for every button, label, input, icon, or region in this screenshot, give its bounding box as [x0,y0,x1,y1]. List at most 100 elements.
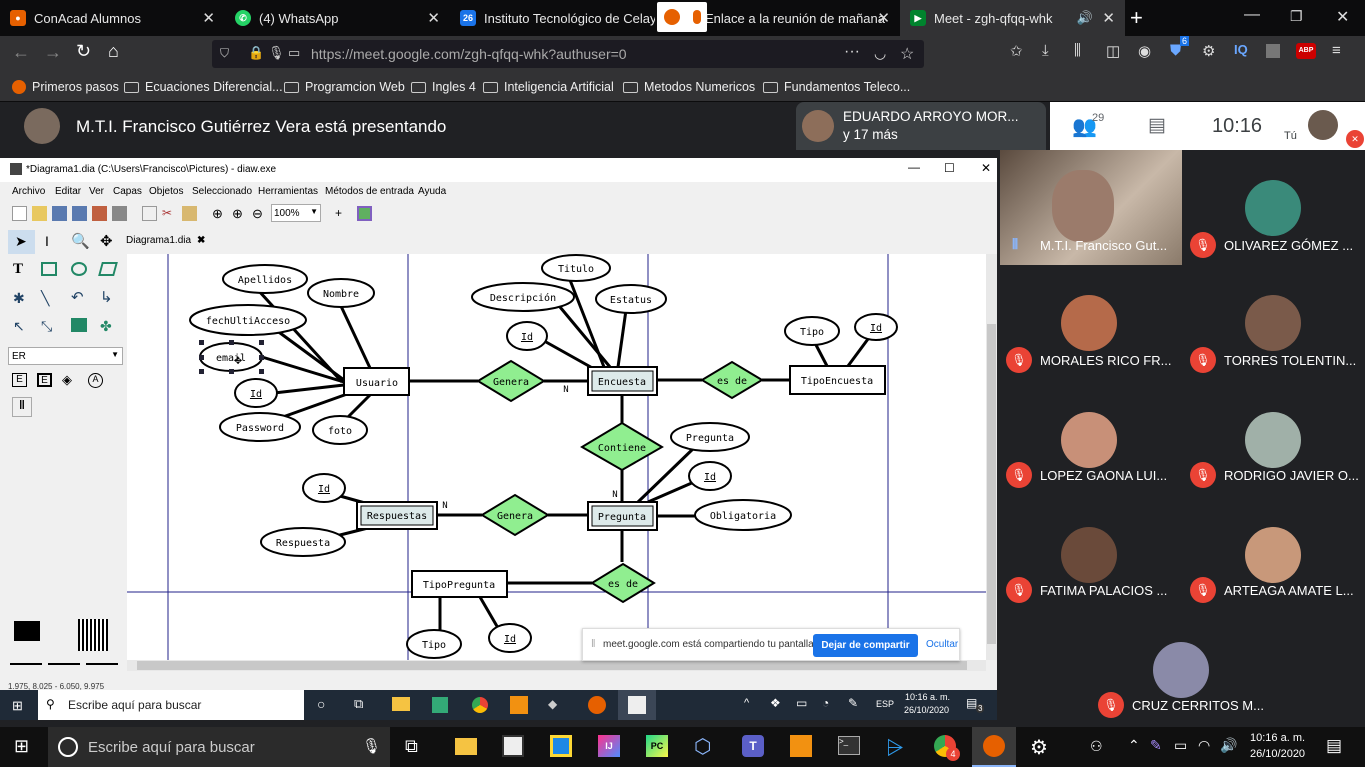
end-arrow-select[interactable] [86,663,118,665]
close-tab-icon[interactable]: ✕ [427,9,440,27]
windows-start-icon[interactable]: ⊞ [12,698,23,714]
close-tab-icon[interactable]: ✕ [1102,9,1115,27]
save-as-icon[interactable] [72,206,87,221]
text-tool-icon[interactable]: T [13,261,23,278]
print-icon[interactable] [112,206,127,221]
account-icon[interactable]: ◉ [1138,42,1151,60]
scroll-thumb[interactable] [137,661,967,670]
copy-icon[interactable] [142,206,157,221]
bookmark-star-icon[interactable]: ☆ [900,44,914,64]
drag-handle-icon[interactable]: ‖ [591,638,596,650]
participant-tile[interactable]: 🎙 OLIVAREZ GÓMEZ ... [1182,150,1365,265]
people-icon[interactable]: ⚇ [1090,738,1103,755]
participant-tile[interactable]: 🎙 CRUZ CERRITOS M... [1090,610,1273,725]
app-icon[interactable]: ◆ [548,697,557,711]
magnify-tool-icon[interactable]: 🔍 [71,232,90,250]
open-file-icon[interactable] [32,206,47,221]
stop-sharing-button[interactable]: Dejar de compartir [813,634,918,657]
library-icon[interactable]: ⫼ [1074,42,1081,59]
star-list-icon[interactable]: ✩ [1010,42,1023,60]
app-icon[interactable] [550,735,572,757]
taskbar-search-box[interactable]: Escribe aquí para buscar 🎙 [48,727,390,767]
volume-icon[interactable]: 🔊 [1220,737,1237,754]
close-icon[interactable]: ✖ [197,235,205,246]
line-width-icon[interactable] [78,619,108,651]
image-tool-icon[interactable] [71,318,87,332]
beziergon-tool-icon[interactable]: ✱ [13,290,25,307]
app-icon[interactable] [432,697,448,713]
bookmark-folder[interactable]: Ecuaciones Diferencial... [124,80,283,94]
bezier-tool-icon[interactable]: ⤡ [41,318,52,335]
app-icon[interactable]: ⬡ [694,734,711,759]
adblock-icon[interactable]: ABP [1296,43,1316,59]
close-icon[interactable]: ✕ [981,161,991,175]
diagram-tab[interactable]: Diagrama1.dia ✖ [126,231,205,249]
tab-meet[interactable]: ▶ Meet - zgh-qfqq-whk 🔊 ✕ [900,0,1125,36]
ellipse-tool-icon[interactable] [71,262,87,276]
presenter-video-tile[interactable]: ⦀ M.T.I. Francisco Gut... [1000,150,1182,265]
zoom-fit-icon[interactable]: ⊕ [212,206,227,221]
wifi-icon[interactable]: ◠ [1198,737,1210,754]
dia-taskbar-item[interactable] [618,690,656,720]
file-explorer-icon[interactable] [392,697,410,711]
outline-tool-icon[interactable]: ✤ [100,318,112,335]
close-tab-icon[interactable]: ✕ [877,9,890,27]
sublime-icon[interactable] [510,696,528,714]
maximize-icon[interactable]: ☐ [944,161,955,175]
wifi-icon[interactable]: ◔ [822,696,829,710]
sidebar-icon[interactable]: ◫ [1106,42,1120,60]
export-icon[interactable] [92,206,107,221]
menu-editar[interactable]: Editar [55,186,81,197]
line-tool-icon[interactable]: ╲ [41,290,49,307]
bookmark-folder[interactable]: Inteligencia Artificial [483,80,614,94]
bookmark-folder[interactable]: Ingles 4 [411,80,476,94]
save-icon[interactable] [52,206,67,221]
dropbox-icon[interactable]: ❖ [770,696,781,710]
screen-share-permission-icon[interactable]: ▭ [288,45,300,61]
sublime-icon[interactable] [790,735,812,757]
reload-icon[interactable]: ↻ [76,41,91,62]
line-style-select[interactable] [48,663,80,665]
handle[interactable] [199,355,204,360]
action-center-icon[interactable]: ▤ [1326,736,1342,756]
firefox-icon[interactable] [588,696,606,714]
bookmark-folder[interactable]: Fundamentos Teleco... [763,80,910,94]
entity-shape-icon[interactable]: E [12,373,27,387]
download-icon[interactable]: ⤓ [1042,42,1049,59]
handle[interactable] [229,369,234,374]
diagram-canvas[interactable]: Usuario Encuesta TipoEncuesta Respuestas… [127,254,986,660]
sharing-indicator[interactable] [657,2,707,32]
close-tab-icon[interactable]: ✕ [202,9,215,27]
iq-extension-icon[interactable]: IQ [1234,42,1248,57]
text-edit-tool-icon[interactable]: I [45,233,49,249]
tab-whatsapp[interactable]: ✆ (4) WhatsApp ✕ [225,0,450,36]
polygon-tool-icon[interactable] [98,262,118,276]
restore-icon[interactable]: ❐ [1290,8,1303,25]
cortana-icon[interactable]: ○ [317,696,325,712]
participant-chip[interactable]: EDUARDO ARROYO MOR... y 17 más [796,102,1046,150]
task-view-icon[interactable]: ⧉ [354,696,363,712]
relationship-shape-icon[interactable]: ◈ [62,372,72,388]
menu-archivo[interactable]: Archivo [12,186,45,197]
close-window-icon[interactable]: ✕ [1336,7,1349,27]
chevron-up-icon[interactable]: ^ [744,697,749,709]
task-view-icon[interactable]: ⧉ [405,736,418,757]
box-tool-icon[interactable] [41,262,57,276]
zigzag-tool-icon[interactable]: ↳ [100,288,113,306]
cut-icon[interactable]: ✂ [162,206,177,221]
start-arrow-select[interactable] [10,663,42,665]
sheet-select[interactable]: ER ▼ [8,347,123,365]
speaker-icon[interactable]: 🔊 [1077,10,1093,26]
connection-snap-icon[interactable] [357,206,372,221]
horizontal-scrollbar[interactable] [127,660,986,671]
participant-tile[interactable]: 🎙 ARTEAGA AMATE L... [1182,495,1365,610]
participant-tile[interactable]: 🎙 RODRIGO JAVIER O... [1182,380,1365,495]
bookmark-primeros-pasos[interactable]: Primeros pasos [12,80,119,94]
lock-icon[interactable]: 🔒 [248,45,264,61]
chat-icon[interactable]: ▤ [1148,114,1166,137]
battery-icon[interactable]: ▭ [1174,737,1187,754]
home-icon[interactable]: ⌂ [108,41,119,62]
pocket-icon[interactable]: ◡ [874,45,886,62]
move-tool-icon[interactable]: ✥ [100,232,113,250]
tab-conacad[interactable]: ● ConAcad Alumnos ✕ [0,0,225,36]
